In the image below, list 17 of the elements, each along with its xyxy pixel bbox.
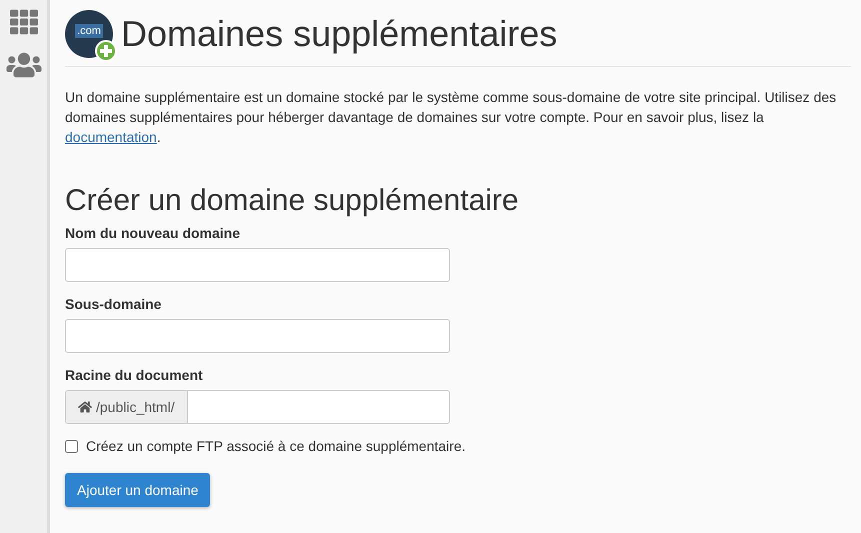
field-label: Racine du document: [65, 366, 204, 385]
path-prefix: /public_html/: [66, 391, 188, 423]
ftp-checkbox[interactable]: [65, 440, 78, 453]
text-field[interactable]: [65, 319, 450, 353]
documentation-link[interactable]: documentation: [65, 129, 157, 145]
section-heading: Créer un domaine supplémentaire: [65, 183, 520, 219]
home-icon: [78, 400, 92, 414]
field-label: Sous-domaine: [65, 295, 162, 314]
document-root-field[interactable]: /public_html/: [65, 390, 450, 424]
text-field[interactable]: [65, 248, 450, 282]
grid-icon[interactable]: [8, 8, 38, 36]
field-label: Nom du nouveau domaine: [65, 224, 242, 243]
checkbox-label: Créez un compte FTP associé à ce domaine supplémentaire.: [86, 437, 466, 456]
page-title: Domaines supplémentaires: [121, 12, 558, 56]
add-domain-button[interactable]: Ajouter un domaine: [65, 473, 210, 507]
description-text: Un domaine supplémentaire est un domaine stocké par le système comme sous-domaine de votre site principal. Utilisez des domaines supplémentaires pour héberger davantage de domaines sur votre compte. Pour en savoir plus, lisez la documentation.: [65, 88, 838, 147]
users-icon[interactable]: [6, 51, 42, 79]
